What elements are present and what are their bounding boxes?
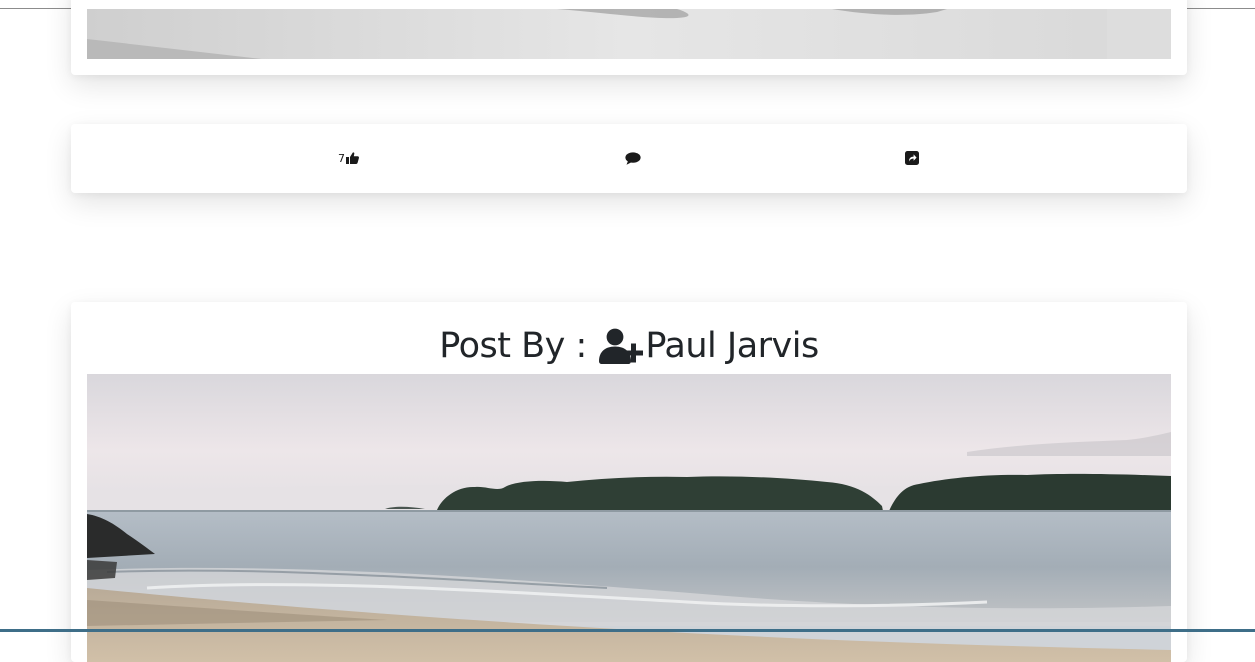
post-title-prefix: Post By : (439, 326, 598, 366)
comment-icon (625, 151, 641, 165)
like-button[interactable]: 7 (338, 150, 359, 166)
post-actions-bar: 7 (71, 124, 1187, 193)
share-button[interactable] (905, 150, 919, 166)
post-title: Post By : Paul Jarvis (71, 323, 1187, 369)
post-image[interactable] (87, 374, 1171, 662)
thumbs-up-icon (345, 152, 359, 164)
comment-button[interactable] (625, 150, 641, 166)
post-card: Post By : Paul Jarvis (71, 302, 1187, 662)
share-square-icon (905, 151, 919, 165)
user-plus-icon (599, 328, 644, 364)
like-count: 7 (338, 151, 345, 165)
previous-post-image (87, 9, 1171, 59)
previous-post-card (71, 0, 1187, 75)
post-author[interactable]: Paul Jarvis (645, 326, 819, 366)
